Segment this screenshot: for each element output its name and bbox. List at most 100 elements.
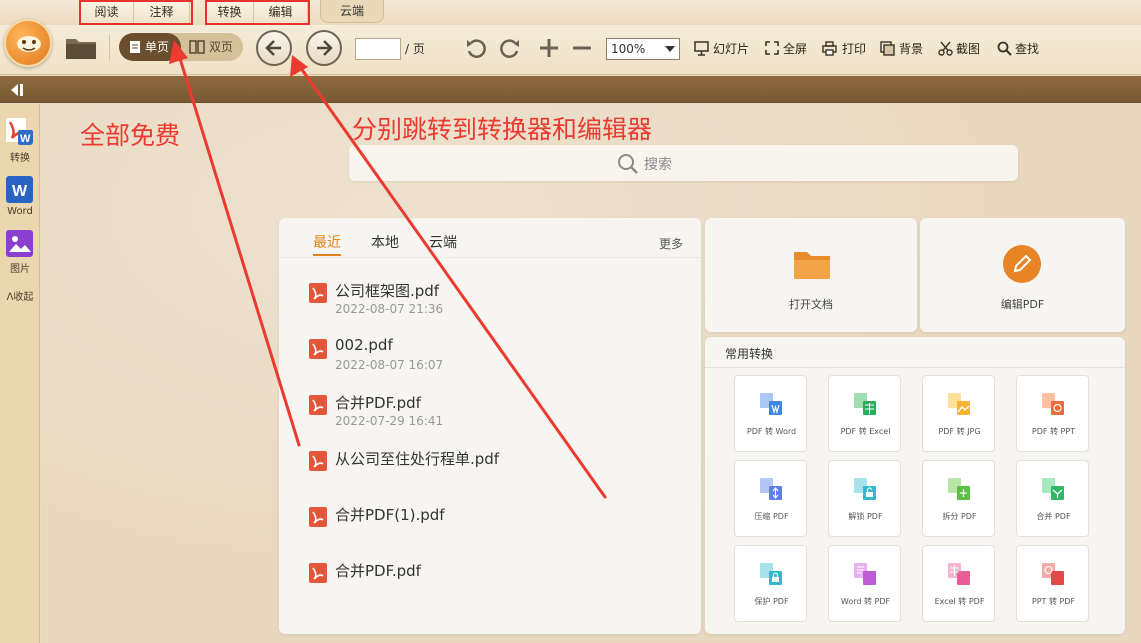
protect-pdf-tile[interactable]: 保护 PDF	[734, 545, 807, 622]
double-page-button[interactable]: 双页	[181, 33, 243, 61]
fullscreen-button[interactable]: 全屏	[765, 40, 811, 58]
compress-pdf-tile[interactable]: 压缩 PDF	[734, 460, 807, 537]
pdf-to-jpg-icon	[948, 393, 970, 415]
pdf-to-ppt-tile[interactable]: PDF 转 PPT	[1016, 375, 1089, 452]
active-tab-indicator	[313, 254, 341, 256]
tile-label: 解锁 PDF	[848, 512, 883, 521]
tab-annotate[interactable]: 注释	[134, 0, 190, 25]
fullscreen-label: 全屏	[783, 42, 808, 56]
open-document-card[interactable]: 打开文档	[705, 218, 917, 332]
page-suffix-label: / 页	[405, 42, 425, 56]
single-page-icon	[130, 41, 140, 53]
word-to-pdf-tile[interactable]: Word 转 PDF	[828, 545, 901, 622]
more-link[interactable]: 更多	[659, 235, 683, 252]
list-item[interactable]: 002.pdf 2022-08-07 16:07	[307, 336, 687, 380]
list-item[interactable]: 公司框架图.pdf 2022-08-07 21:36	[307, 280, 687, 324]
page-view-toggle: 单页 双页	[119, 33, 243, 61]
tile-label: 拆分 PDF	[942, 512, 977, 521]
toolbar-divider	[109, 35, 110, 61]
split-pdf-tile[interactable]: 拆分 PDF	[922, 460, 995, 537]
sidebar-item-image[interactable]: 图片	[0, 230, 40, 275]
file-date: 2022-08-07 21:36	[335, 302, 444, 316]
next-page-button[interactable]	[306, 30, 342, 66]
page-number-input[interactable]	[355, 38, 401, 60]
tab-read[interactable]: 阅读	[80, 0, 134, 25]
zoom-in-icon[interactable]	[538, 37, 560, 59]
unlock-pdf-tile[interactable]: 解锁 PDF	[828, 460, 901, 537]
tab-cloud[interactable]: 云端	[320, 0, 384, 23]
search-input[interactable]: 搜索	[349, 145, 1018, 181]
open-folder-icon[interactable]	[64, 33, 98, 65]
ppt-to-pdf-tile[interactable]: PPT 转 PDF	[1016, 545, 1089, 622]
slideshow-label: 幻灯片	[713, 42, 750, 56]
find-button[interactable]: 查找	[997, 40, 1045, 58]
pdf-file-icon	[309, 563, 327, 583]
app-logo-icon[interactable]	[4, 19, 52, 67]
sidebar-collapse-button[interactable]: ᐱ收起	[0, 288, 40, 303]
panel-header-strip	[0, 76, 1141, 103]
printer-icon	[822, 41, 837, 56]
excel-to-pdf-tile[interactable]: Excel 转 PDF	[922, 545, 995, 622]
single-page-button[interactable]: 单页	[119, 33, 181, 61]
scissors-icon	[938, 41, 953, 56]
double-page-icon	[189, 40, 205, 54]
main-toolbar: 单页 双页 / 页 100% 幻灯片 全屏 打印 背景 截图 查找	[0, 19, 1141, 75]
word-to-pdf-icon	[854, 563, 876, 585]
pdf-to-jpg-tile[interactable]: PDF 转 JPG	[922, 375, 995, 452]
open-document-label: 打开文档	[789, 298, 833, 311]
annotation-free-text: 全部免费	[80, 121, 181, 150]
unlock-pdf-icon	[854, 478, 876, 500]
background-button[interactable]: 背景	[880, 40, 928, 58]
tab-convert[interactable]: 转换	[206, 0, 254, 25]
print-button[interactable]: 打印	[822, 40, 870, 58]
list-item[interactable]: 从公司至住处行程单.pdf	[307, 448, 687, 492]
folder-icon	[794, 252, 830, 279]
rotate-left-icon[interactable]	[464, 37, 488, 61]
sidebar-item-label: Word	[7, 206, 33, 217]
merge-pdf-tile[interactable]: 合并 PDF	[1016, 460, 1089, 537]
list-item[interactable]: 合并PDF(1).pdf	[307, 504, 687, 548]
edit-pdf-card[interactable]: 编辑PDF	[920, 218, 1125, 332]
tile-label: PDF 转 PPT	[1031, 427, 1076, 436]
fullscreen-icon	[765, 41, 779, 55]
sidebar-item-convert[interactable]: W 转换	[0, 118, 40, 164]
arrow-left-icon	[265, 40, 281, 56]
rotate-right-icon[interactable]	[498, 37, 522, 61]
file-name: 从公司至住处行程单.pdf	[335, 450, 500, 468]
search-icon	[618, 154, 638, 174]
excel-to-pdf-icon	[948, 563, 970, 585]
pdf-to-word-tile[interactable]: PDF 转 Word	[734, 375, 807, 452]
search-placeholder: 搜索	[644, 157, 672, 173]
left-sidebar: W 转换 W Word 图片 ᐱ收起	[0, 104, 40, 643]
slideshow-button[interactable]: 幻灯片	[694, 40, 754, 58]
collapse-sidebar-icon[interactable]	[10, 83, 26, 97]
list-item[interactable]: 合并PDF.pdf	[307, 560, 687, 604]
pdf-to-excel-tile[interactable]: PDF 转 Excel	[828, 375, 901, 452]
tab-local[interactable]: 本地	[371, 232, 399, 252]
file-date: 2022-07-29 16:41	[335, 414, 444, 428]
zoom-select[interactable]: 100%	[606, 38, 680, 60]
sidebar-item-word[interactable]: W Word	[0, 176, 40, 220]
merge-pdf-icon	[1042, 478, 1064, 500]
sidebar-item-label: 图片	[10, 264, 30, 275]
protect-pdf-icon	[760, 563, 782, 585]
file-name: 合并PDF.pdf	[335, 394, 421, 412]
pencil-icon	[1003, 245, 1041, 283]
list-item[interactable]: 合并PDF.pdf 2022-07-29 16:41	[307, 392, 687, 436]
pdf-to-ppt-icon	[1042, 393, 1064, 415]
print-label: 打印	[842, 42, 867, 56]
tile-label: 保护 PDF	[754, 597, 789, 606]
arrow-right-icon	[317, 40, 333, 56]
ppt-to-pdf-icon	[1042, 563, 1064, 585]
tab-edit[interactable]: 编辑	[254, 0, 308, 25]
screenshot-button[interactable]: 截图	[938, 40, 986, 58]
recent-files-panel: 最近 本地 云端 更多 公司框架图.pdf 2022-08-07 21:36 0…	[279, 218, 701, 634]
tab-cloud-files[interactable]: 云端	[429, 232, 457, 252]
search-icon	[997, 41, 1012, 56]
prev-page-button[interactable]	[256, 30, 292, 66]
svg-text:W: W	[12, 183, 28, 200]
tab-recent[interactable]: 最近	[313, 232, 341, 252]
pdf-file-icon	[309, 339, 327, 359]
zoom-out-icon[interactable]	[571, 37, 593, 59]
common-conversions-panel: 常用转换 PDF 转 Word PDF 转 Excel PDF 转 JPG PD…	[705, 337, 1125, 634]
